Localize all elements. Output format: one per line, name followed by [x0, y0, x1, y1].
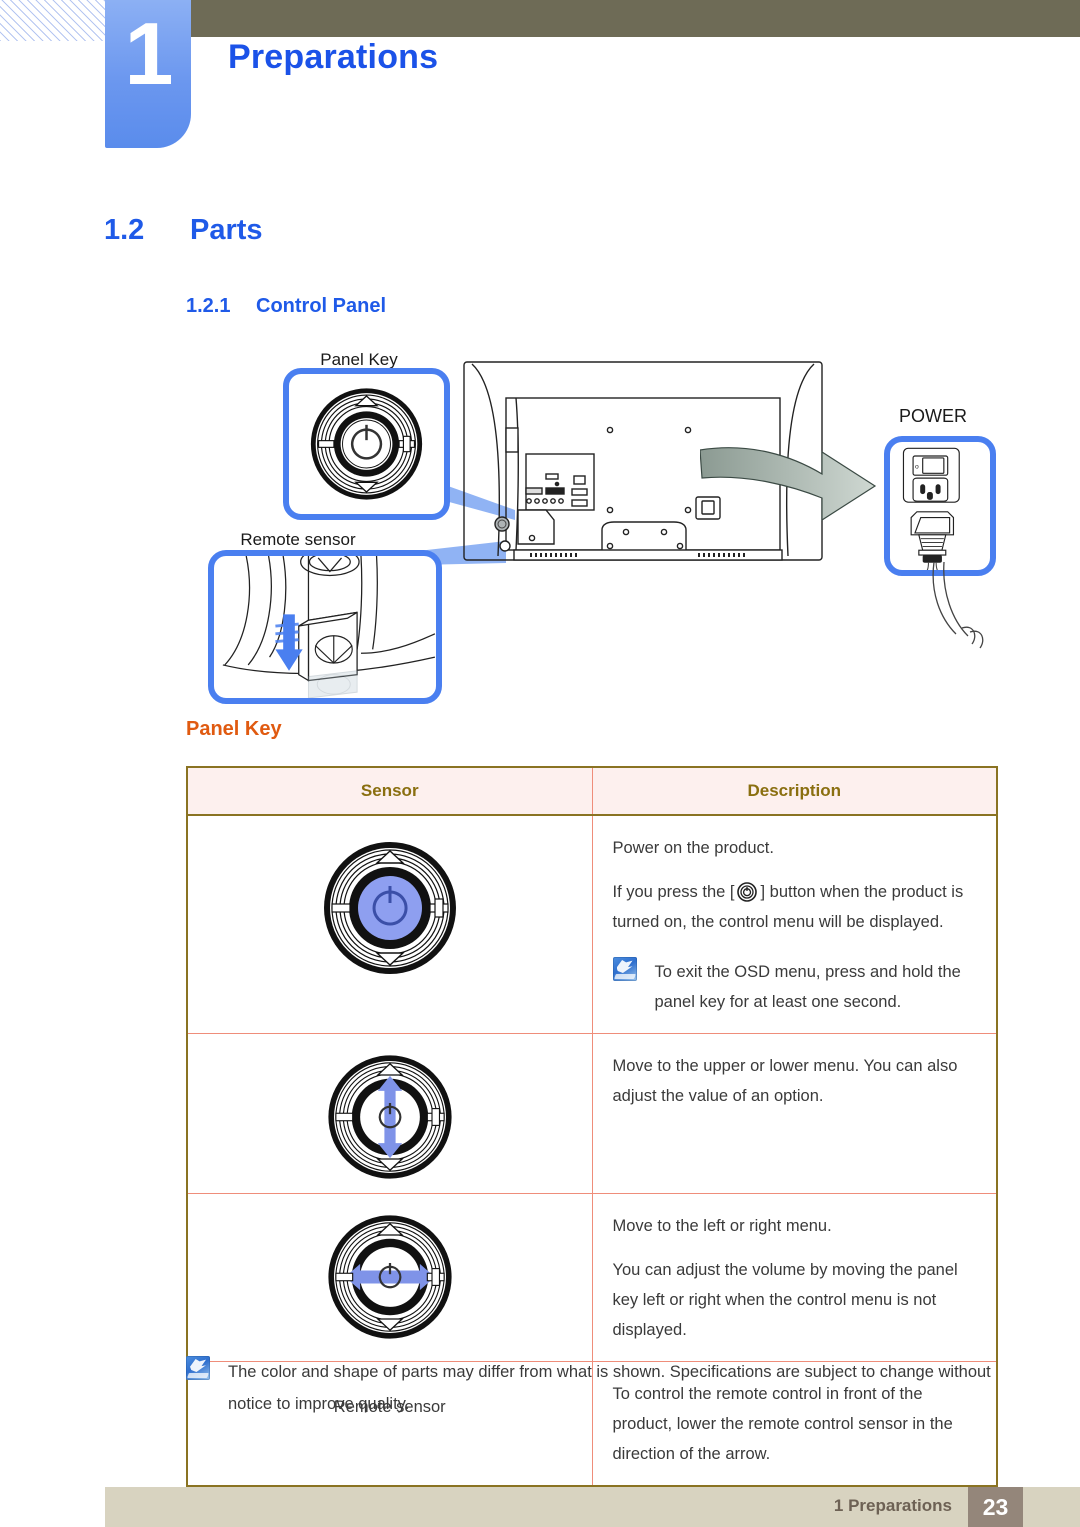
power-callout-box: o [884, 436, 996, 576]
table-row: Move to the upper or lower menu. You can… [186, 1033, 998, 1194]
section-title: Parts [190, 214, 263, 246]
note-block: To exit the OSD menu, press and hold the… [612, 957, 975, 1017]
subsection-title: Control Panel [256, 295, 387, 317]
page-note-block: The color and shape of parts may differ … [186, 1356, 998, 1420]
header-olive-bar [190, 0, 1080, 37]
description-line: You can adjust the volume by moving the … [612, 1261, 958, 1339]
note-icon [186, 1356, 210, 1380]
table-header-sensor: Sensor [186, 766, 593, 816]
remote-sensor-callout-box [208, 547, 442, 704]
section-heading: 1.2 Parts [104, 214, 263, 247]
power-inlet-illustration: o [902, 447, 960, 572]
decorative-hatch-pattern [0, 0, 108, 41]
chapter-number: 1 [124, 4, 174, 103]
note-text: To exit the OSD menu, press and hold the… [654, 963, 961, 1011]
table-row: Power on the product. If you press the [… [186, 814, 998, 1034]
power-pointer-arrow-icon [700, 447, 877, 522]
page-number: 23 [968, 1487, 1023, 1527]
page-footer-label: 1 Preparations [833, 1496, 952, 1515]
description-line: Move to the left or right menu. [612, 1217, 832, 1235]
page-note-text: The color and shape of parts may differ … [228, 1363, 991, 1413]
panel-key-power-icon [323, 842, 456, 974]
table-row: Move to the left or right menu. You can … [186, 1193, 998, 1362]
power-cable [932, 562, 984, 649]
figure-label-power: POWER [898, 406, 967, 426]
table-cell-description: Move to the left or right menu. You can … [591, 1193, 998, 1362]
section-number: 1.2 [104, 214, 145, 246]
chapter-title: Preparations [228, 38, 439, 76]
svg-text:o: o [915, 464, 919, 471]
description-line: Power on the product. [612, 839, 774, 857]
panel-key-up-down-icon [328, 1055, 452, 1179]
description-line: Move to the upper or lower menu. You can… [612, 1057, 958, 1105]
table-header-row: Sensor Description [186, 766, 998, 816]
remote-sensor-illustration [222, 547, 436, 699]
panel-key-callout-box [283, 368, 450, 520]
inline-power-button-icon [737, 882, 758, 902]
table-cell-description: Move to the upper or lower menu. You can… [591, 1033, 998, 1194]
panel-key-illustration [310, 388, 423, 500]
table-cell-description: Power on the product. If you press the [… [591, 814, 998, 1034]
control-panel-figure: Panel Key Remote sensor POWER o [0, 338, 1080, 708]
table-cell-sensor [186, 1193, 593, 1362]
table-cell-sensor [186, 814, 593, 1034]
subsection-heading: 1.2.1 Control Panel [186, 295, 386, 318]
panel-key-left-right-icon [328, 1215, 452, 1339]
subsection-number: 1.2.1 [186, 295, 231, 317]
panel-key-heading: Panel Key [186, 718, 282, 740]
table-cell-sensor [186, 1033, 593, 1194]
chapter-tab: 1 [105, 0, 191, 148]
note-icon [612, 957, 637, 981]
table-header-description: Description [591, 766, 998, 816]
figure-label-panel-key: Panel Key [320, 350, 398, 369]
description-text-pre: If you press the [ [612, 883, 735, 901]
description-line: If you press the [ ] button when the pro… [613, 877, 975, 937]
figure-label-remote-sensor: Remote sensor [240, 530, 356, 549]
